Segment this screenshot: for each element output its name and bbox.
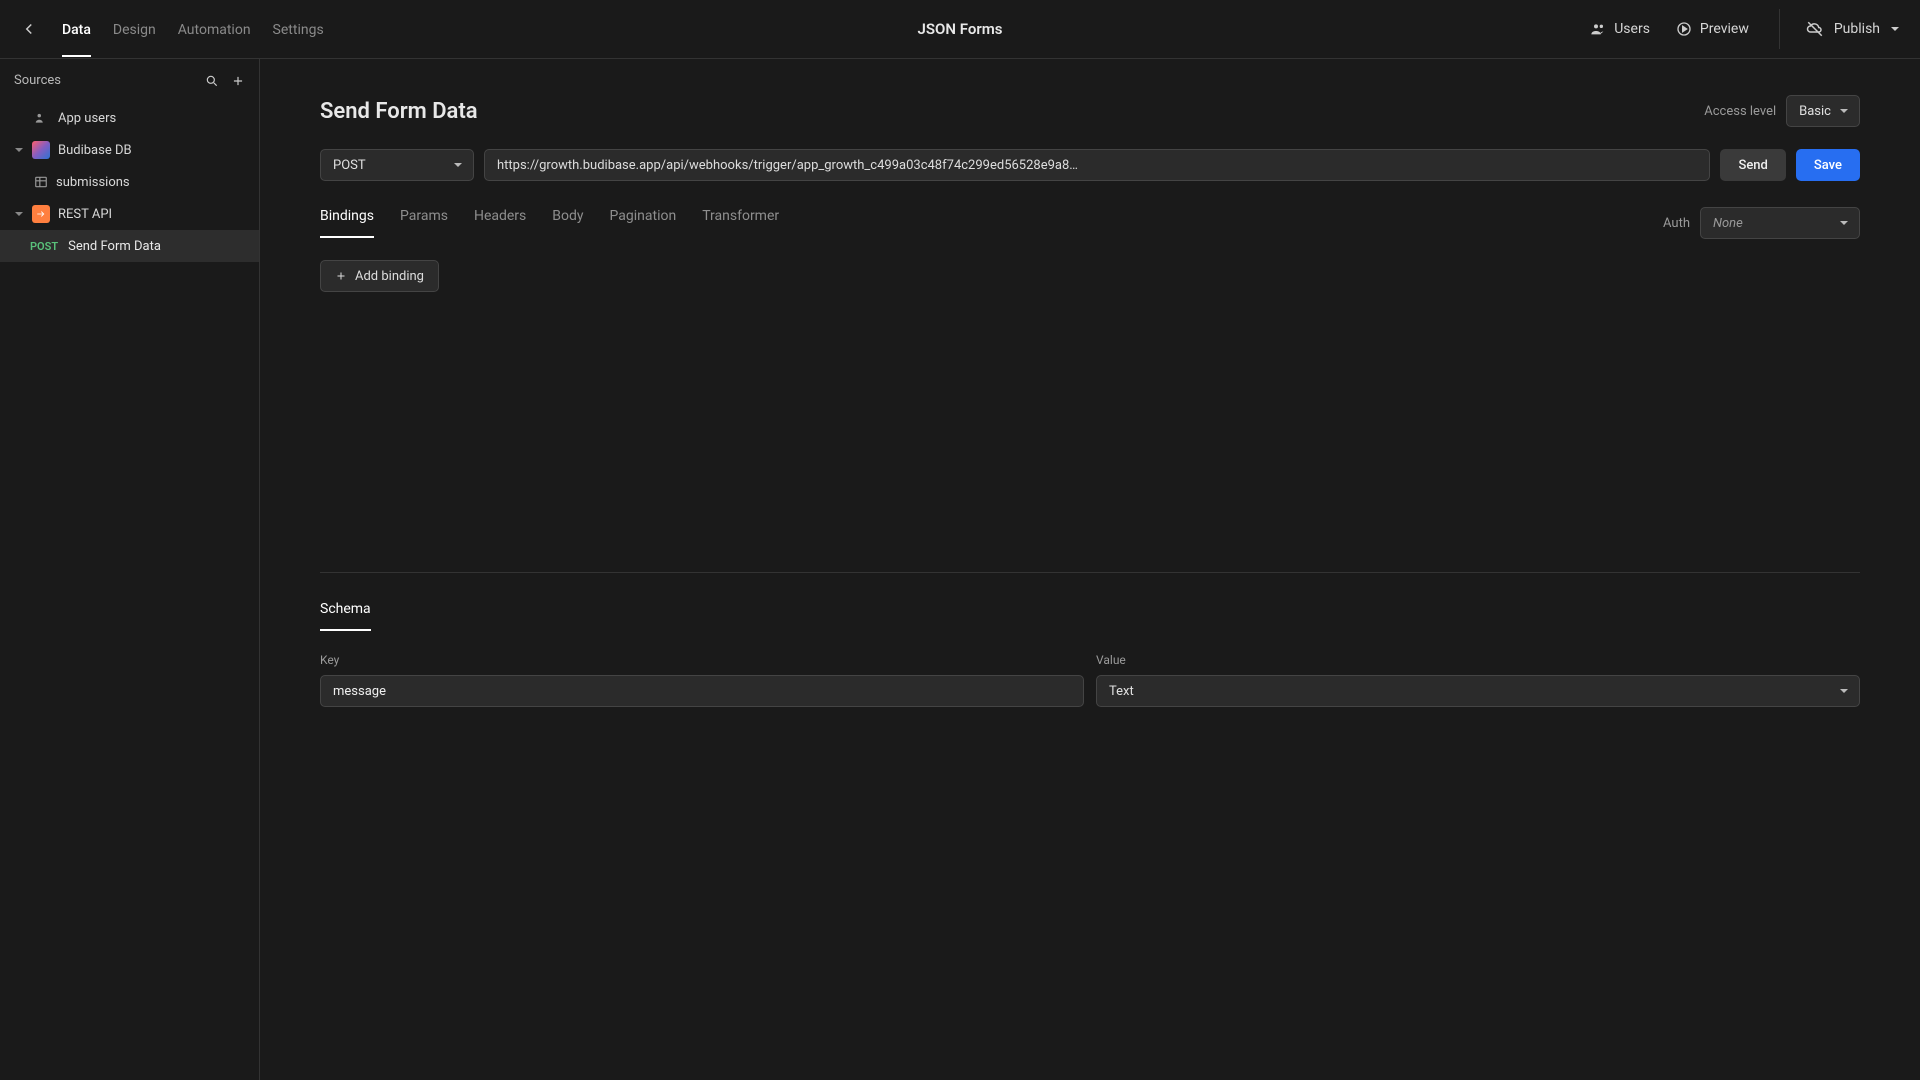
top-tabs: Data Design Automation Settings [62,2,324,56]
method-value: POST [333,158,366,173]
save-button[interactable]: Save [1796,149,1860,181]
page-title: Send Form Data [320,99,478,124]
query-label: Send Form Data [68,239,161,254]
preview-button[interactable]: Preview [1676,21,1749,37]
query-send-form-data[interactable]: POST Send Form Data [0,230,259,262]
auth-label: Auth [1663,216,1690,231]
chevron-down-icon [1839,686,1849,696]
topbar-left: Data Design Automation Settings [20,2,324,56]
table-label: submissions [56,175,130,190]
schema-key-input[interactable] [320,675,1084,707]
url-input[interactable]: https://growth.budibase.app/api/webhooks… [484,149,1710,181]
subtab-body[interactable]: Body [552,208,583,238]
users-label: Users [1614,21,1650,37]
source-budibase-db[interactable]: Budibase DB [0,134,259,166]
sidebar-actions [205,74,245,88]
add-binding-label: Add binding [355,269,424,284]
users-icon [1590,21,1606,37]
plus-icon [335,270,347,282]
users-button[interactable]: Users [1590,21,1650,37]
table-icon [34,175,48,189]
auth-select[interactable]: None [1700,207,1860,239]
subtab-headers[interactable]: Headers [474,208,526,238]
sidebar-title: Sources [14,73,61,88]
url-value: https://growth.budibase.app/api/webhooks… [497,158,1078,173]
publish-label: Publish [1834,21,1880,37]
access-level-value: Basic [1799,104,1831,119]
subtab-bindings[interactable]: Bindings [320,208,374,238]
chevron-down-icon [1839,106,1849,116]
app-title: JSON Forms [918,20,1003,38]
add-source-icon[interactable] [231,74,245,88]
sidebar: Sources App users Budibase DB [0,59,260,1080]
topbar: Data Design Automation Settings JSON For… [0,0,1920,59]
rest-api-icon [32,205,50,223]
source-app-users[interactable]: App users [0,102,259,134]
chevron-down-icon [453,160,463,170]
table-submissions[interactable]: submissions [0,166,259,198]
schema-value-type-select[interactable]: Text [1096,675,1860,707]
tab-settings[interactable]: Settings [273,2,324,56]
auth-value: None [1713,216,1743,231]
access-level-select[interactable]: Basic [1786,95,1860,127]
chevron-down-icon[interactable] [14,209,24,219]
method-select[interactable]: POST [320,149,474,181]
chevron-down-icon[interactable] [14,145,24,155]
play-icon [1676,21,1692,37]
send-button[interactable]: Send [1720,149,1785,181]
subtab-params[interactable]: Params [400,208,448,238]
tab-design[interactable]: Design [113,2,156,56]
sidebar-header: Sources [0,73,259,102]
chevron-down-icon [1890,24,1900,34]
response-subtabs: Schema [320,601,1860,631]
chevron-down-icon [1839,218,1849,228]
source-rest-api[interactable]: REST API [0,198,259,230]
tab-automation[interactable]: Automation [178,2,251,56]
schema-value-type: Text [1109,684,1134,699]
access-level-label: Access level [1704,104,1776,119]
divider [320,572,1860,573]
source-label: App users [58,111,116,126]
cloud-off-icon [1806,20,1824,38]
tab-data[interactable]: Data [62,2,91,56]
subtab-schema[interactable]: Schema [320,601,371,631]
back-icon[interactable] [20,20,38,38]
schema-key-label: Key [320,653,1084,667]
subtab-pagination[interactable]: Pagination [610,208,677,238]
schema-value-label: Value [1096,653,1860,667]
source-label: Budibase DB [58,143,132,158]
preview-label: Preview [1700,21,1749,37]
content: Send Form Data Access level Basic POST h… [260,59,1920,1080]
publish-button[interactable]: Publish [1806,20,1900,38]
budibase-db-icon [32,141,50,159]
topbar-right: Users Preview Publish [1590,9,1900,49]
subtab-transformer[interactable]: Transformer [702,208,779,238]
add-binding-button[interactable]: Add binding [320,260,439,292]
method-badge: POST [30,240,58,253]
request-subtabs: Bindings Params Headers Body Pagination … [320,208,779,238]
users-source-icon [32,109,50,127]
divider [1779,9,1780,49]
search-icon[interactable] [205,74,219,88]
source-label: REST API [58,207,112,222]
